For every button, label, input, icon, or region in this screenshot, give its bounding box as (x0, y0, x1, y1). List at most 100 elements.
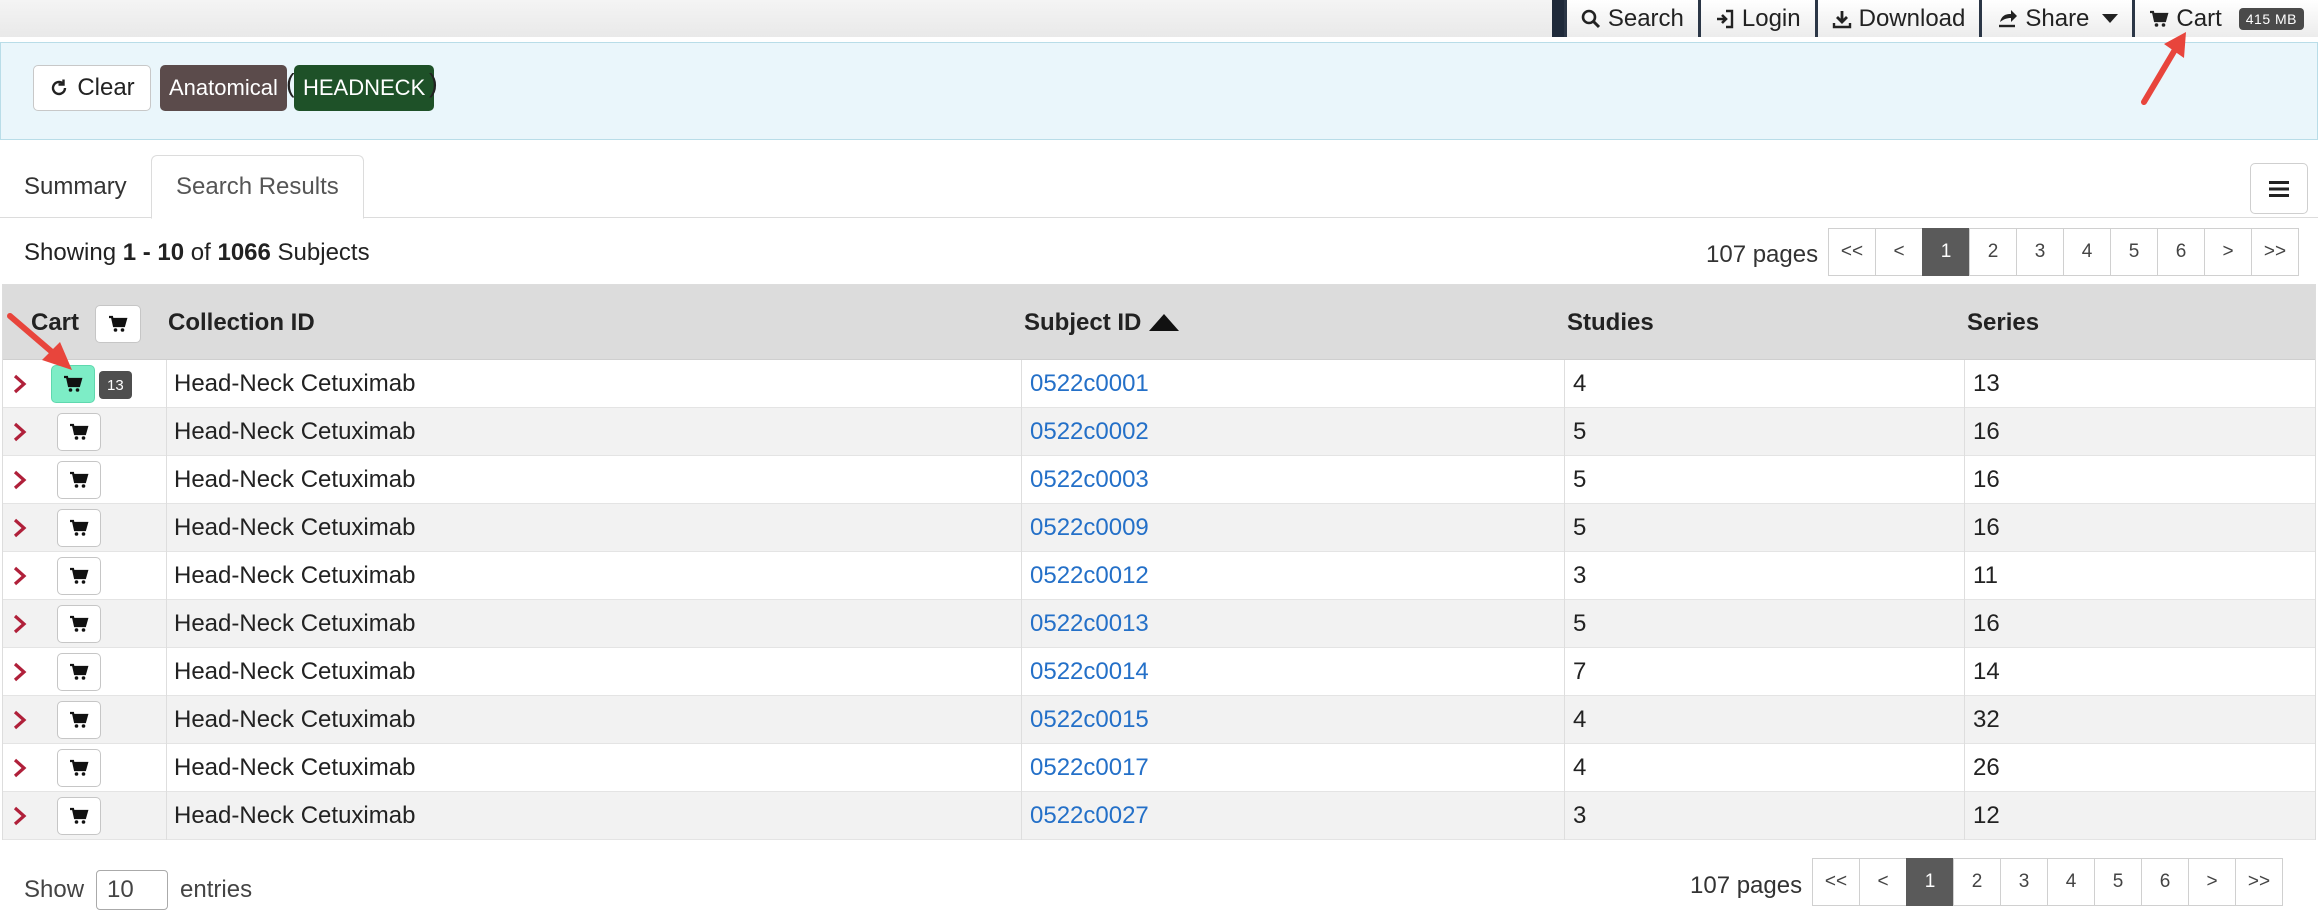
page-button[interactable]: 2 (1953, 858, 2001, 906)
tab-summary[interactable]: Summary (0, 155, 151, 218)
chevron-right-icon[interactable] (13, 614, 27, 634)
table-row[interactable]: Head-Neck Cetuximab 0522c0014 7 14 (3, 648, 2315, 696)
subject-id-link[interactable]: 0522c0027 (1030, 792, 1149, 840)
add-to-cart-button[interactable] (57, 605, 101, 643)
filter-category-tag[interactable]: Anatomical (160, 65, 287, 111)
column-divider (1964, 504, 1965, 552)
cart-nav-button[interactable]: Cart 415 MB (2132, 0, 2318, 37)
pagination-top: << <1 2 3 4 5 6 > >> (1828, 228, 2299, 276)
entries-per-page-input[interactable] (96, 870, 169, 910)
column-divider (1021, 696, 1022, 744)
page-button[interactable]: 5 (2094, 858, 2142, 906)
chevron-right-icon[interactable] (13, 710, 27, 730)
subject-id-link[interactable]: 0522c0015 (1030, 696, 1149, 744)
subject-id-link[interactable]: 0522c0001 (1030, 360, 1149, 408)
results-tabs: Summary Search Results (0, 155, 2318, 219)
search-nav-button[interactable]: Search (1563, 0, 1698, 37)
subject-id-link[interactable]: 0522c0009 (1030, 504, 1149, 552)
add-to-cart-button[interactable] (57, 461, 101, 499)
add-to-cart-button[interactable] (57, 701, 101, 739)
tab-search-results[interactable]: Search Results (151, 155, 364, 219)
column-menu-button[interactable] (2250, 163, 2308, 214)
table-row[interactable]: 13 Head-Neck Cetuximab 0522c0001 4 13 (3, 360, 2315, 408)
series-count-cell: 14 (1973, 658, 2000, 685)
chevron-right-icon[interactable] (13, 806, 27, 826)
subject-id-link[interactable]: 0522c0014 (1030, 648, 1149, 696)
page-button[interactable]: > (2204, 228, 2252, 276)
page-button[interactable]: << (1812, 858, 1860, 906)
filter-value-tag[interactable]: HEADNECK (294, 65, 435, 111)
table-row[interactable]: Head-Neck Cetuximab 0522c0027 3 12 (3, 792, 2315, 840)
page-button[interactable]: >> (2251, 228, 2299, 276)
page-button[interactable]: << (1828, 228, 1876, 276)
share-nav-button[interactable]: Share (1979, 0, 2133, 37)
page-button[interactable]: < (1875, 228, 1923, 276)
series-count-cell: 26 (1973, 754, 2000, 781)
page-button[interactable]: 4 (2063, 228, 2111, 276)
page-button[interactable]: 2 (1969, 228, 2017, 276)
add-to-cart-button[interactable] (57, 413, 101, 451)
add-to-cart-button[interactable] (57, 797, 101, 835)
share-icon (1999, 9, 2018, 27)
add-to-cart-button[interactable] (57, 509, 101, 547)
subject-id-link[interactable]: 0522c0013 (1030, 600, 1149, 648)
table-row[interactable]: Head-Neck Cetuximab 0522c0009 5 16 (3, 504, 2315, 552)
column-divider (166, 408, 167, 456)
table-body: 13 Head-Neck Cetuximab 0522c0001 4 13 Head-Ne… (3, 360, 2315, 840)
page-button[interactable]: >> (2235, 858, 2283, 906)
table-row[interactable]: Head-Neck Cetuximab 0522c0017 4 26 (3, 744, 2315, 792)
chevron-right-icon[interactable] (13, 518, 27, 538)
login-nav-button[interactable]: Login (1697, 0, 1815, 37)
collection-id-cell: Head-Neck Cetuximab (174, 514, 416, 541)
download-nav-button[interactable]: Download (1814, 0, 1980, 37)
add-to-cart-button[interactable] (57, 557, 101, 595)
column-divider (166, 360, 167, 408)
column-header-studies[interactable]: Studies (1567, 285, 1654, 360)
page-button[interactable]: 3 (2016, 228, 2064, 276)
column-divider (1964, 696, 1965, 744)
page-button[interactable]: 6 (2157, 228, 2205, 276)
subject-id-link[interactable]: 0522c0017 (1030, 744, 1149, 792)
page-button[interactable]: 1 (1906, 858, 1954, 906)
chevron-right-icon[interactable] (13, 470, 27, 490)
add-to-cart-button[interactable] (57, 653, 101, 691)
table-row[interactable]: Head-Neck Cetuximab 0522c0003 5 16 (3, 456, 2315, 504)
table-row[interactable]: Head-Neck Cetuximab 0522c0013 5 16 (3, 600, 2315, 648)
column-header-collection[interactable]: Collection ID (168, 285, 315, 360)
page-button[interactable]: 4 (2047, 858, 2095, 906)
remove-from-cart-button[interactable] (51, 365, 95, 403)
chevron-right-icon[interactable] (13, 566, 27, 586)
chevron-right-icon[interactable] (13, 422, 27, 442)
add-to-cart-button[interactable] (57, 749, 101, 787)
subject-id-link[interactable]: 0522c0003 (1030, 456, 1149, 504)
subject-id-link[interactable]: 0522c0012 (1030, 552, 1149, 600)
page-length-control: Show entries (24, 870, 252, 910)
table-row[interactable]: Head-Neck Cetuximab 0522c0012 3 11 (3, 552, 2315, 600)
cart-series-count-badge: 13 (99, 371, 132, 399)
column-divider (1021, 744, 1022, 792)
table-row[interactable]: Head-Neck Cetuximab 0522c0002 5 16 (3, 408, 2315, 456)
page-button[interactable]: 1 (1922, 228, 1970, 276)
search-nav-label: Search (1607, 4, 1684, 32)
chevron-right-icon[interactable] (13, 662, 27, 682)
refresh-icon (52, 79, 67, 96)
column-header-series[interactable]: Series (1967, 285, 2039, 360)
page-button[interactable]: 3 (2000, 858, 2048, 906)
clear-filters-label: Clear (77, 74, 135, 101)
column-divider (1564, 456, 1565, 504)
clear-filters-button[interactable]: Clear (33, 65, 151, 111)
cart-icon (70, 711, 89, 728)
page-button[interactable]: < (1859, 858, 1907, 906)
page-button[interactable]: 6 (2141, 858, 2189, 906)
column-divider (1964, 648, 1965, 696)
page-button[interactable]: > (2188, 858, 2236, 906)
column-header-subject[interactable]: Subject ID (1024, 285, 1180, 360)
table-row[interactable]: Head-Neck Cetuximab 0522c0015 4 32 (3, 696, 2315, 744)
results-summary: Showing 1 - 10 of 1066 Subjects (24, 239, 370, 267)
chevron-right-icon[interactable] (13, 374, 27, 394)
subject-id-link[interactable]: 0522c0002 (1030, 408, 1149, 456)
page-button[interactable]: 5 (2110, 228, 2158, 276)
add-all-to-cart-button[interactable] (95, 305, 141, 343)
cart-icon (70, 759, 89, 776)
chevron-right-icon[interactable] (13, 758, 27, 778)
